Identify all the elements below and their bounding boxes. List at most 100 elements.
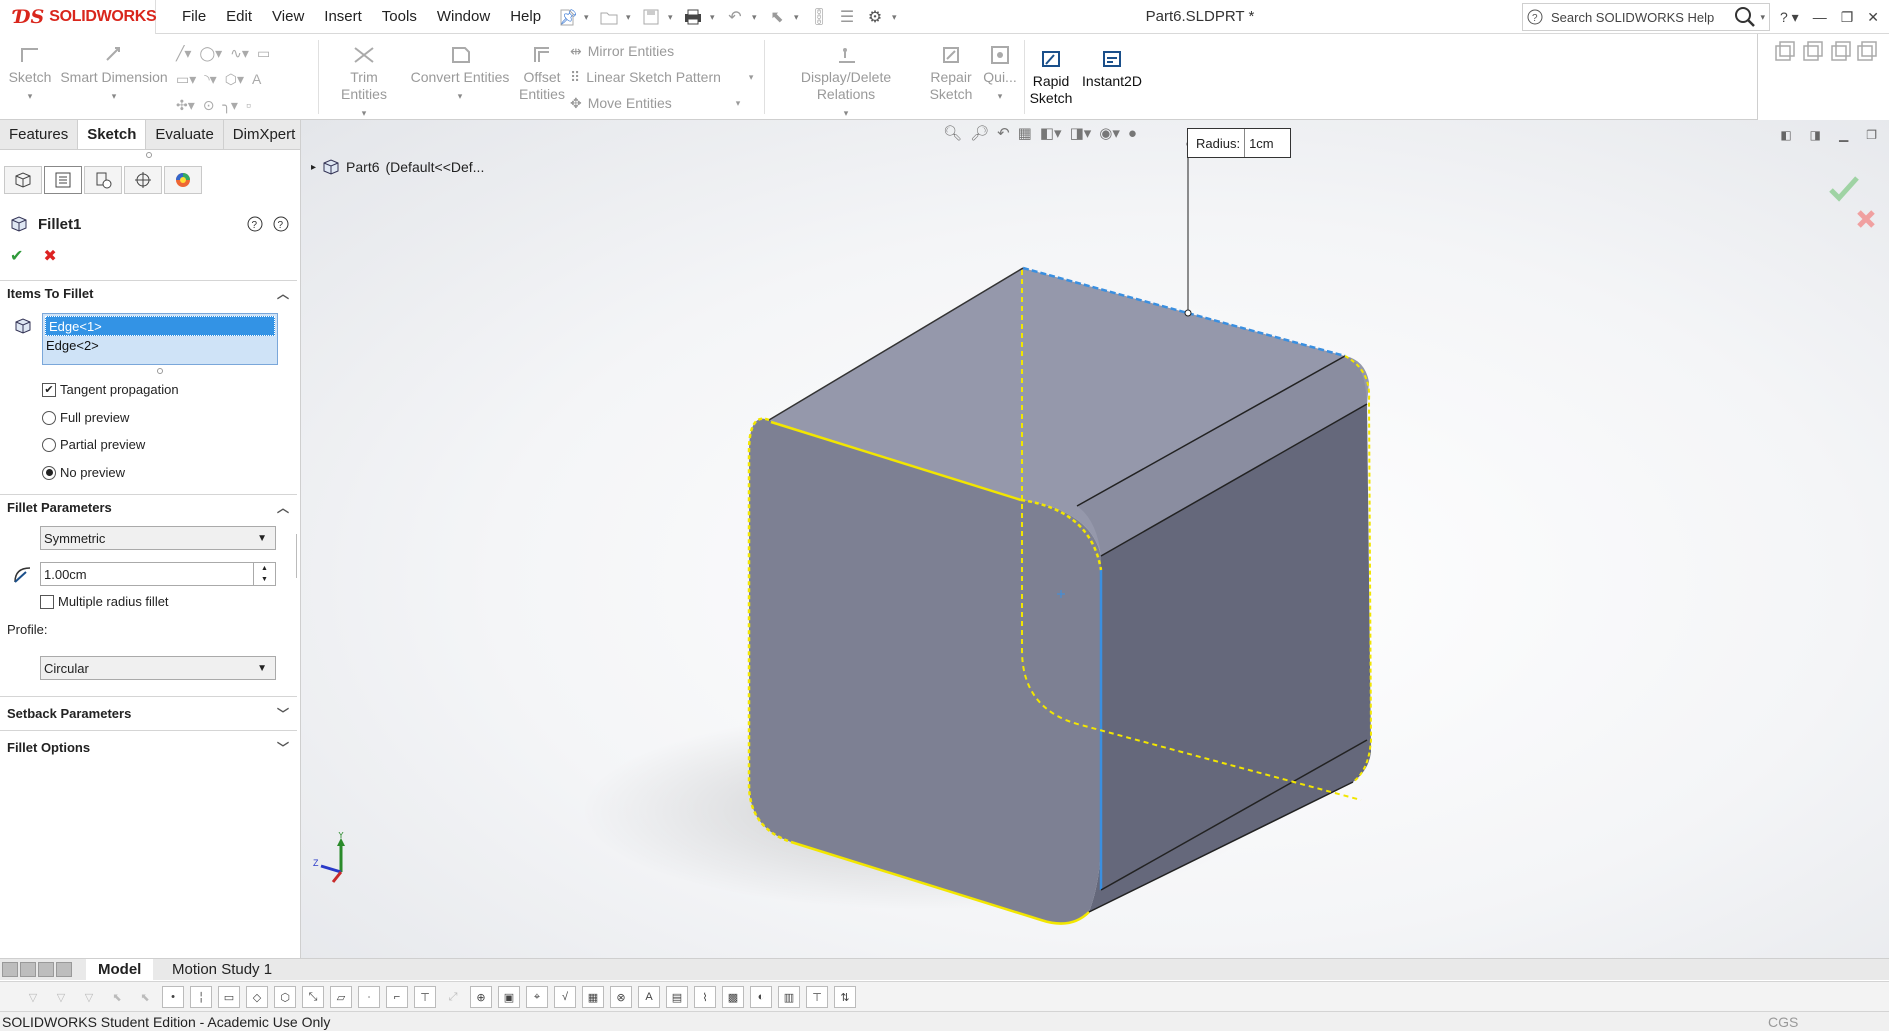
- move-entities-button[interactable]: ✥ Move Entities ▾: [570, 90, 753, 116]
- configuration-manager-icon[interactable]: [84, 166, 122, 194]
- undo-icon[interactable]: ↶: [724, 6, 746, 28]
- scroll-prev-icon[interactable]: [20, 962, 36, 977]
- tab-motion-study-1[interactable]: Motion Study 1: [160, 959, 284, 981]
- confirm-ok-icon[interactable]: [1829, 176, 1859, 202]
- text-icon[interactable]: A: [252, 71, 261, 87]
- filter-blocks-icon[interactable]: ▩: [722, 986, 744, 1008]
- menu-window[interactable]: Window: [427, 0, 500, 34]
- spline-icon[interactable]: ∿▾: [230, 45, 249, 62]
- list-resize-handle[interactable]: [157, 368, 163, 374]
- collapse-chevron-icon[interactable]: ︿: [277, 499, 289, 516]
- sketch-dropdown-icon[interactable]: ▾: [8, 88, 52, 105]
- filter-planes-icon[interactable]: ▱: [330, 986, 352, 1008]
- tab-dimxpert[interactable]: DimXpert: [224, 120, 306, 149]
- setback-parameters-header[interactable]: Setback Parameters ﹀: [0, 696, 297, 730]
- radius-input[interactable]: 1.00cm ▲ ▼: [40, 562, 276, 586]
- tangent-propagation-option[interactable]: ✔ Tangent propagation: [42, 382, 179, 397]
- viewport-collapse-icon[interactable]: ◧: [1780, 128, 1791, 142]
- menu-help[interactable]: Help: [500, 0, 551, 34]
- open-folder-icon[interactable]: [598, 6, 620, 28]
- tab-features[interactable]: Features: [0, 120, 79, 149]
- spin-up-icon[interactable]: ▲: [261, 565, 268, 572]
- options-gear-icon[interactable]: ⚙: [864, 6, 886, 28]
- minimize-icon[interactable]: —: [1813, 9, 1827, 25]
- filter-center-marks-icon[interactable]: ⤢: [442, 986, 464, 1008]
- filter-gtol-icon[interactable]: ⌖: [526, 986, 548, 1008]
- close-icon[interactable]: ✕: [1867, 9, 1879, 26]
- polygon-icon[interactable]: ⬡▾: [225, 71, 244, 88]
- trim-entities-button[interactable]: Trim Entities ▾: [326, 44, 402, 122]
- filter-edges-icon[interactable]: ╎: [190, 986, 212, 1008]
- viewport-minimize-icon[interactable]: ▁: [1839, 128, 1848, 142]
- line-icon[interactable]: ╱▾: [176, 45, 191, 62]
- save-icon[interactable]: [640, 6, 662, 28]
- filter-help-icon[interactable]: ⬉: [134, 986, 156, 1008]
- radius-value[interactable]: 1.00cm: [44, 567, 87, 582]
- open-dropdown-icon[interactable]: ▾: [626, 12, 634, 23]
- items-to-fillet-header[interactable]: Items To Fillet ︿: [0, 280, 297, 306]
- fillet-type-select[interactable]: Symmetric ▼: [40, 526, 276, 550]
- multiple-radius-option[interactable]: Multiple radius fillet: [40, 594, 169, 609]
- list-item-edge-1[interactable]: Edge<1>: [45, 316, 275, 336]
- search-placeholder[interactable]: Search SOLIDWORKS Help: [1547, 10, 1730, 25]
- menu-view[interactable]: View: [262, 0, 314, 34]
- pane-splitter-handle[interactable]: [146, 152, 152, 158]
- select-dropdown-icon[interactable]: ▾: [794, 12, 802, 23]
- repair-sketch-button[interactable]: Repair Sketch: [926, 44, 976, 103]
- undo-dropdown-icon[interactable]: ▾: [752, 12, 760, 23]
- filter-sketch-segments-icon[interactable]: ⌐: [386, 986, 408, 1008]
- viewport-expand-icon[interactable]: ◨: [1810, 128, 1821, 142]
- rectangle-icon[interactable]: ▭▾: [176, 71, 196, 88]
- no-preview-radio[interactable]: [42, 465, 56, 480]
- radius-callout[interactable]: Radius: 1cm: [1187, 128, 1292, 158]
- confirm-cancel-icon[interactable]: [1857, 210, 1875, 228]
- filter-midpoints-icon[interactable]: ⊤: [414, 986, 436, 1008]
- filter-cosmetic-thread-icon[interactable]: ⌇: [694, 986, 716, 1008]
- cancel-x-icon[interactable]: ✖: [43, 246, 56, 266]
- help-search-box[interactable]: ? Search SOLIDWORKS Help ▾: [1522, 3, 1770, 31]
- quick-snaps-button[interactable]: Qui... ▾: [980, 44, 1020, 105]
- sketch-button[interactable]: Sketch ▾: [8, 44, 52, 105]
- tab-evaluate[interactable]: Evaluate: [146, 120, 224, 149]
- tab-sketch[interactable]: Sketch: [78, 120, 147, 149]
- menu-tools[interactable]: Tools: [372, 0, 427, 34]
- filter-solids-icon[interactable]: ⬡: [274, 986, 296, 1008]
- expand-chevron-icon[interactable]: ﹀: [277, 739, 289, 756]
- edges-selection-list[interactable]: Edge<1> Edge<2>: [42, 313, 278, 365]
- mirror-entities-button[interactable]: ⇹ Mirror Entities: [570, 38, 753, 64]
- filter-tables-icon[interactable]: ⊤: [806, 986, 828, 1008]
- full-preview-option[interactable]: Full preview: [42, 410, 129, 425]
- rebuild-icon[interactable]: 🚦︎: [808, 6, 830, 28]
- linear-sketch-pattern-button[interactable]: ⠿ Linear Sketch Pattern ▾: [570, 64, 753, 90]
- print-icon[interactable]: [682, 6, 704, 28]
- filter-dimensions-icon[interactable]: ⊕: [470, 986, 492, 1008]
- instant2d-button[interactable]: Instant2D: [1078, 48, 1146, 90]
- convert-dropdown-icon[interactable]: ▾: [410, 88, 510, 105]
- view-layout-icons[interactable]: [1758, 34, 1889, 74]
- profile-select[interactable]: Circular ▼: [40, 656, 276, 680]
- new-dropdown-icon[interactable]: ▾: [584, 12, 592, 23]
- search-dropdown-icon[interactable]: ▾: [1760, 12, 1769, 23]
- filter-all-icon[interactable]: ▽: [78, 986, 100, 1008]
- pattern-dropdown-icon[interactable]: ▾: [749, 72, 754, 83]
- filter-vertices-icon[interactable]: •: [162, 986, 184, 1008]
- smart-dimension-dropdown-icon[interactable]: ▾: [60, 88, 168, 105]
- circle-icon[interactable]: ◯▾: [199, 45, 222, 62]
- menu-file[interactable]: File: [172, 0, 216, 34]
- print-dropdown-icon[interactable]: ▾: [710, 12, 718, 23]
- filter-more-icon[interactable]: ⇅: [834, 986, 856, 1008]
- arc-icon[interactable]: ◝▾: [204, 71, 216, 88]
- restore-icon[interactable]: ❐: [1841, 9, 1854, 26]
- fillet-parameters-header[interactable]: Fillet Parameters ︿: [0, 494, 297, 520]
- smart-dimension-button[interactable]: Smart Dimension ▾: [60, 44, 168, 105]
- no-preview-option[interactable]: No preview: [42, 465, 125, 480]
- expand-chevron-icon[interactable]: ﹀: [277, 705, 289, 722]
- list-item-edge-2[interactable]: Edge<2>: [43, 336, 277, 356]
- ellipse-icon[interactable]: ⊙: [203, 97, 215, 114]
- display-delete-relations-button[interactable]: Display/Delete Relations ▾: [770, 44, 922, 122]
- partial-preview-option[interactable]: Partial preview: [42, 437, 145, 452]
- offset-entities-button[interactable]: Offset Entities: [514, 44, 570, 103]
- new-document-icon[interactable]: [556, 6, 578, 28]
- collapse-chevron-icon[interactable]: ︿: [277, 285, 289, 302]
- help-menu-icon[interactable]: ? ▾: [1780, 9, 1799, 26]
